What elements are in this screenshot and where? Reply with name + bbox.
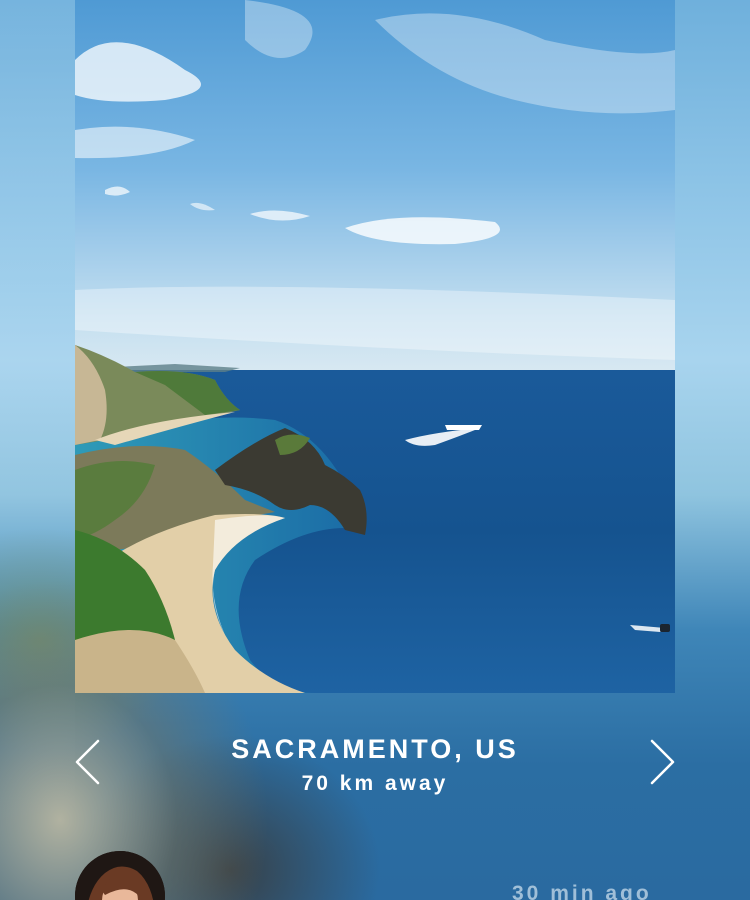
blurred-background <box>0 0 75 900</box>
user-avatar[interactable] <box>75 851 165 900</box>
location-photo[interactable] <box>75 0 675 693</box>
chevron-right-icon <box>650 739 675 785</box>
location-name: SACRAMENTO, US <box>231 734 519 764</box>
next-photo-button[interactable] <box>648 738 678 786</box>
photo-viewer-screen: SACRAMENTO, US 70 km away 30 min ago <box>0 0 750 900</box>
post-timestamp: 30 min ago <box>512 882 652 900</box>
location-distance: 70 km away <box>301 772 449 795</box>
